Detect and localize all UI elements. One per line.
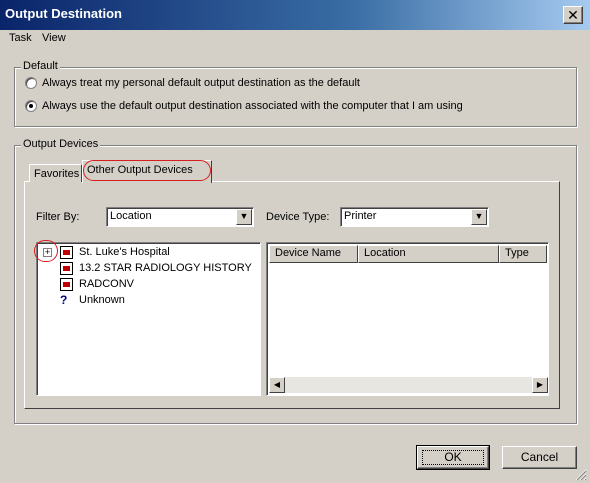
radio-personal-default-label: Always treat my personal default output …	[42, 77, 360, 89]
scroll-right-icon[interactable]: ▶	[532, 377, 548, 393]
output-devices-legend: Output Devices	[21, 138, 101, 150]
scroll-left-icon[interactable]: ◀	[269, 377, 285, 393]
tree-item-unknown[interactable]: ? Unknown	[43, 292, 253, 308]
filter-by-label: Filter By:	[36, 211, 80, 223]
device-list[interactable]: Device Name Location Type ◀ ▶	[266, 242, 549, 396]
close-button[interactable]: ✕	[563, 6, 583, 24]
ok-button[interactable]: OK	[416, 445, 490, 470]
tree-item-label: St. Luke's Hospital	[79, 246, 170, 258]
question-icon: ?	[60, 293, 68, 307]
filter-by-value: Location	[110, 210, 152, 222]
tree-item-label: RADCONV	[79, 278, 135, 290]
menu-task[interactable]: Task	[9, 32, 32, 44]
device-type-value: Printer	[344, 210, 377, 222]
close-icon: ✕	[567, 7, 579, 23]
annotation-circle-tab	[83, 160, 211, 181]
column-header-device-name[interactable]: Device Name	[269, 245, 358, 263]
menu-view[interactable]: View	[42, 32, 66, 44]
radio-personal-default[interactable]	[25, 77, 37, 89]
tab-favorites[interactable]: Favorites	[29, 164, 82, 182]
tab-favorites-label: Favorites	[34, 168, 80, 180]
resize-grip-icon[interactable]	[575, 469, 587, 481]
location-tree[interactable]: + St. Luke's Hospital 13.2 STAR RADIOLOG…	[36, 242, 261, 396]
chevron-down-icon[interactable]: ▼	[236, 209, 252, 225]
horizontal-scrollbar[interactable]: ◀ ▶	[269, 377, 548, 393]
device-type-select[interactable]: Printer ▼	[340, 207, 489, 227]
device-type-label: Device Type:	[266, 211, 330, 223]
column-header-type[interactable]: Type	[499, 245, 547, 263]
default-group-legend: Default	[21, 60, 60, 72]
tree-item-label: Unknown	[79, 294, 125, 306]
filter-by-select[interactable]: Location ▼	[106, 207, 254, 227]
tree-item-radiology-history[interactable]: 13.2 STAR RADIOLOGY HISTORY	[43, 260, 253, 276]
building-icon	[60, 246, 73, 259]
building-icon	[60, 262, 73, 275]
annotation-circle-expander	[34, 240, 58, 262]
ok-button-label: OK	[444, 450, 462, 464]
default-group	[14, 67, 577, 127]
building-icon	[60, 278, 73, 291]
tree-item-radconv[interactable]: RADCONV	[43, 276, 253, 292]
chevron-down-icon[interactable]: ▼	[471, 209, 487, 225]
cancel-button[interactable]: Cancel	[502, 446, 577, 469]
tree-item-label: 13.2 STAR RADIOLOGY HISTORY	[79, 262, 252, 274]
radio-computer-default[interactable]	[25, 100, 37, 112]
column-header-location[interactable]: Location	[358, 245, 499, 263]
tree-item-st-lukes[interactable]: + St. Luke's Hospital	[43, 244, 253, 260]
window-title: Output Destination	[5, 6, 122, 21]
radio-computer-default-label: Always use the default output destinatio…	[42, 100, 463, 112]
cancel-button-label: Cancel	[520, 450, 559, 464]
